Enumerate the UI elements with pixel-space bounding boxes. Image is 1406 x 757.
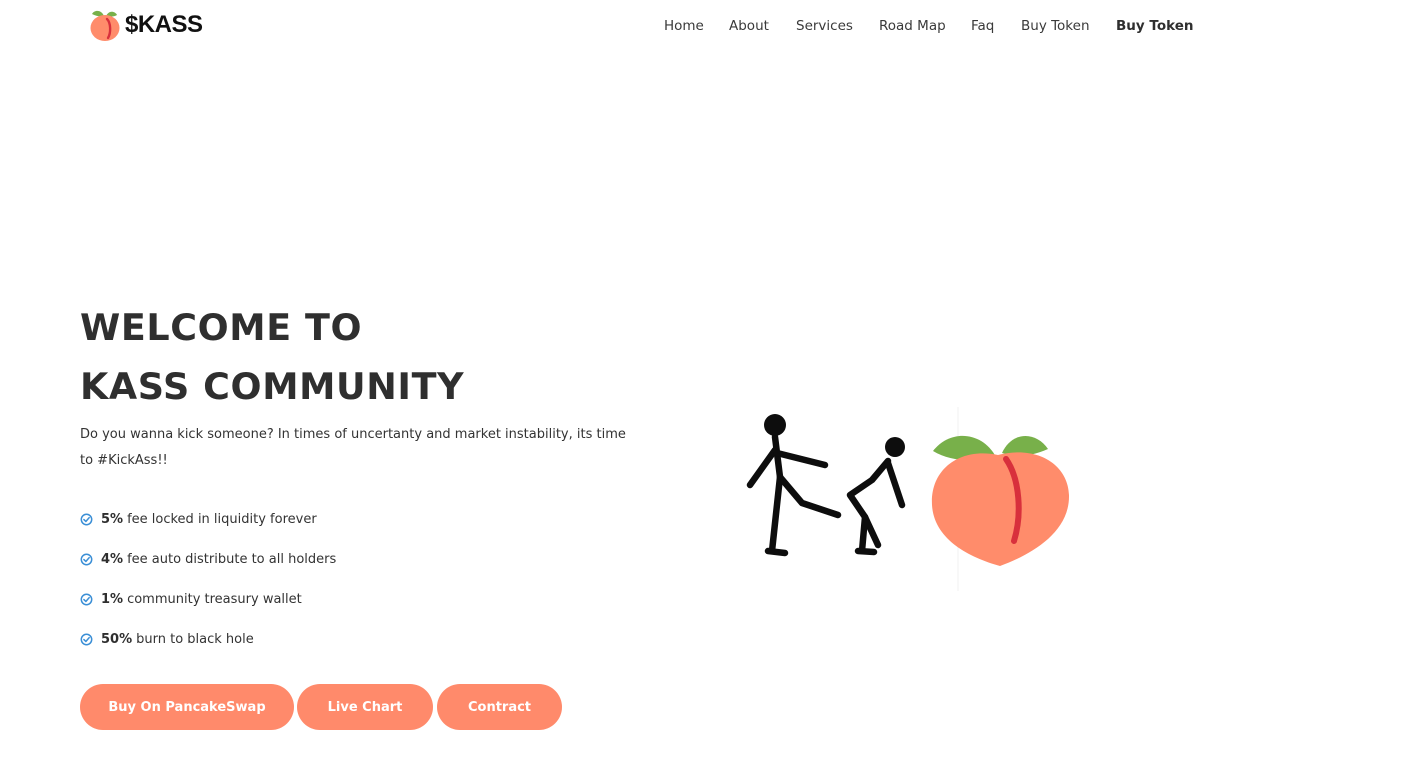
feature-percent: 5%	[101, 511, 124, 527]
nav-faq[interactable]: Faq	[971, 16, 994, 36]
nav-services[interactable]: Services	[796, 16, 853, 36]
check-circle-icon	[80, 633, 93, 645]
hero-illustration	[740, 405, 1080, 595]
hero-title-line-2: KASS COMMUNITY	[80, 365, 465, 408]
feature-text: fee auto distribute to all holders	[127, 551, 337, 567]
site-header: $KASS Home About Services Road Map Faq B…	[0, 0, 1406, 52]
hero-title-line-1: WELCOME TO	[80, 306, 363, 349]
feature-item: 4% fee auto distribute to all holders	[80, 539, 336, 579]
feature-text: community treasury wallet	[127, 591, 302, 607]
hero-description: Do you wanna kick someone? In times of u…	[80, 427, 626, 468]
nav-buy-token[interactable]: Buy Token	[1021, 16, 1090, 36]
feature-percent: 1%	[101, 591, 124, 607]
feature-list: 5% fee locked in liquidity forever 4% fe…	[80, 508, 336, 668]
check-circle-icon	[80, 593, 93, 605]
main-nav: Home About Services Road Map Faq Buy Tok…	[0, 16, 1406, 36]
feature-item: 1% community treasury wallet	[80, 579, 336, 619]
check-circle-icon	[80, 553, 93, 565]
peach-icon	[931, 435, 1070, 566]
live-chart-button[interactable]: Live Chart	[297, 684, 433, 730]
feature-text: fee locked in liquidity forever	[127, 511, 317, 527]
feature-percent: 4%	[101, 551, 124, 567]
check-circle-icon	[80, 513, 93, 525]
nav-home[interactable]: Home	[664, 16, 704, 36]
contract-button[interactable]: Contract	[437, 684, 562, 730]
feature-percent: 50%	[101, 631, 133, 647]
buy-on-pancakeswap-button[interactable]: Buy On PancakeSwap	[80, 684, 294, 730]
feature-text: burn to black hole	[136, 631, 254, 647]
nav-buy-token-cta[interactable]: Buy Token	[1116, 16, 1193, 36]
nav-road-map[interactable]: Road Map	[879, 16, 946, 36]
nav-about[interactable]: About	[729, 16, 769, 36]
feature-item: 5% fee locked in liquidity forever	[80, 499, 336, 539]
feature-item: 50% burn to black hole	[80, 619, 336, 659]
hero-title: WELCOME TO KASS COMMUNITY	[80, 298, 464, 416]
